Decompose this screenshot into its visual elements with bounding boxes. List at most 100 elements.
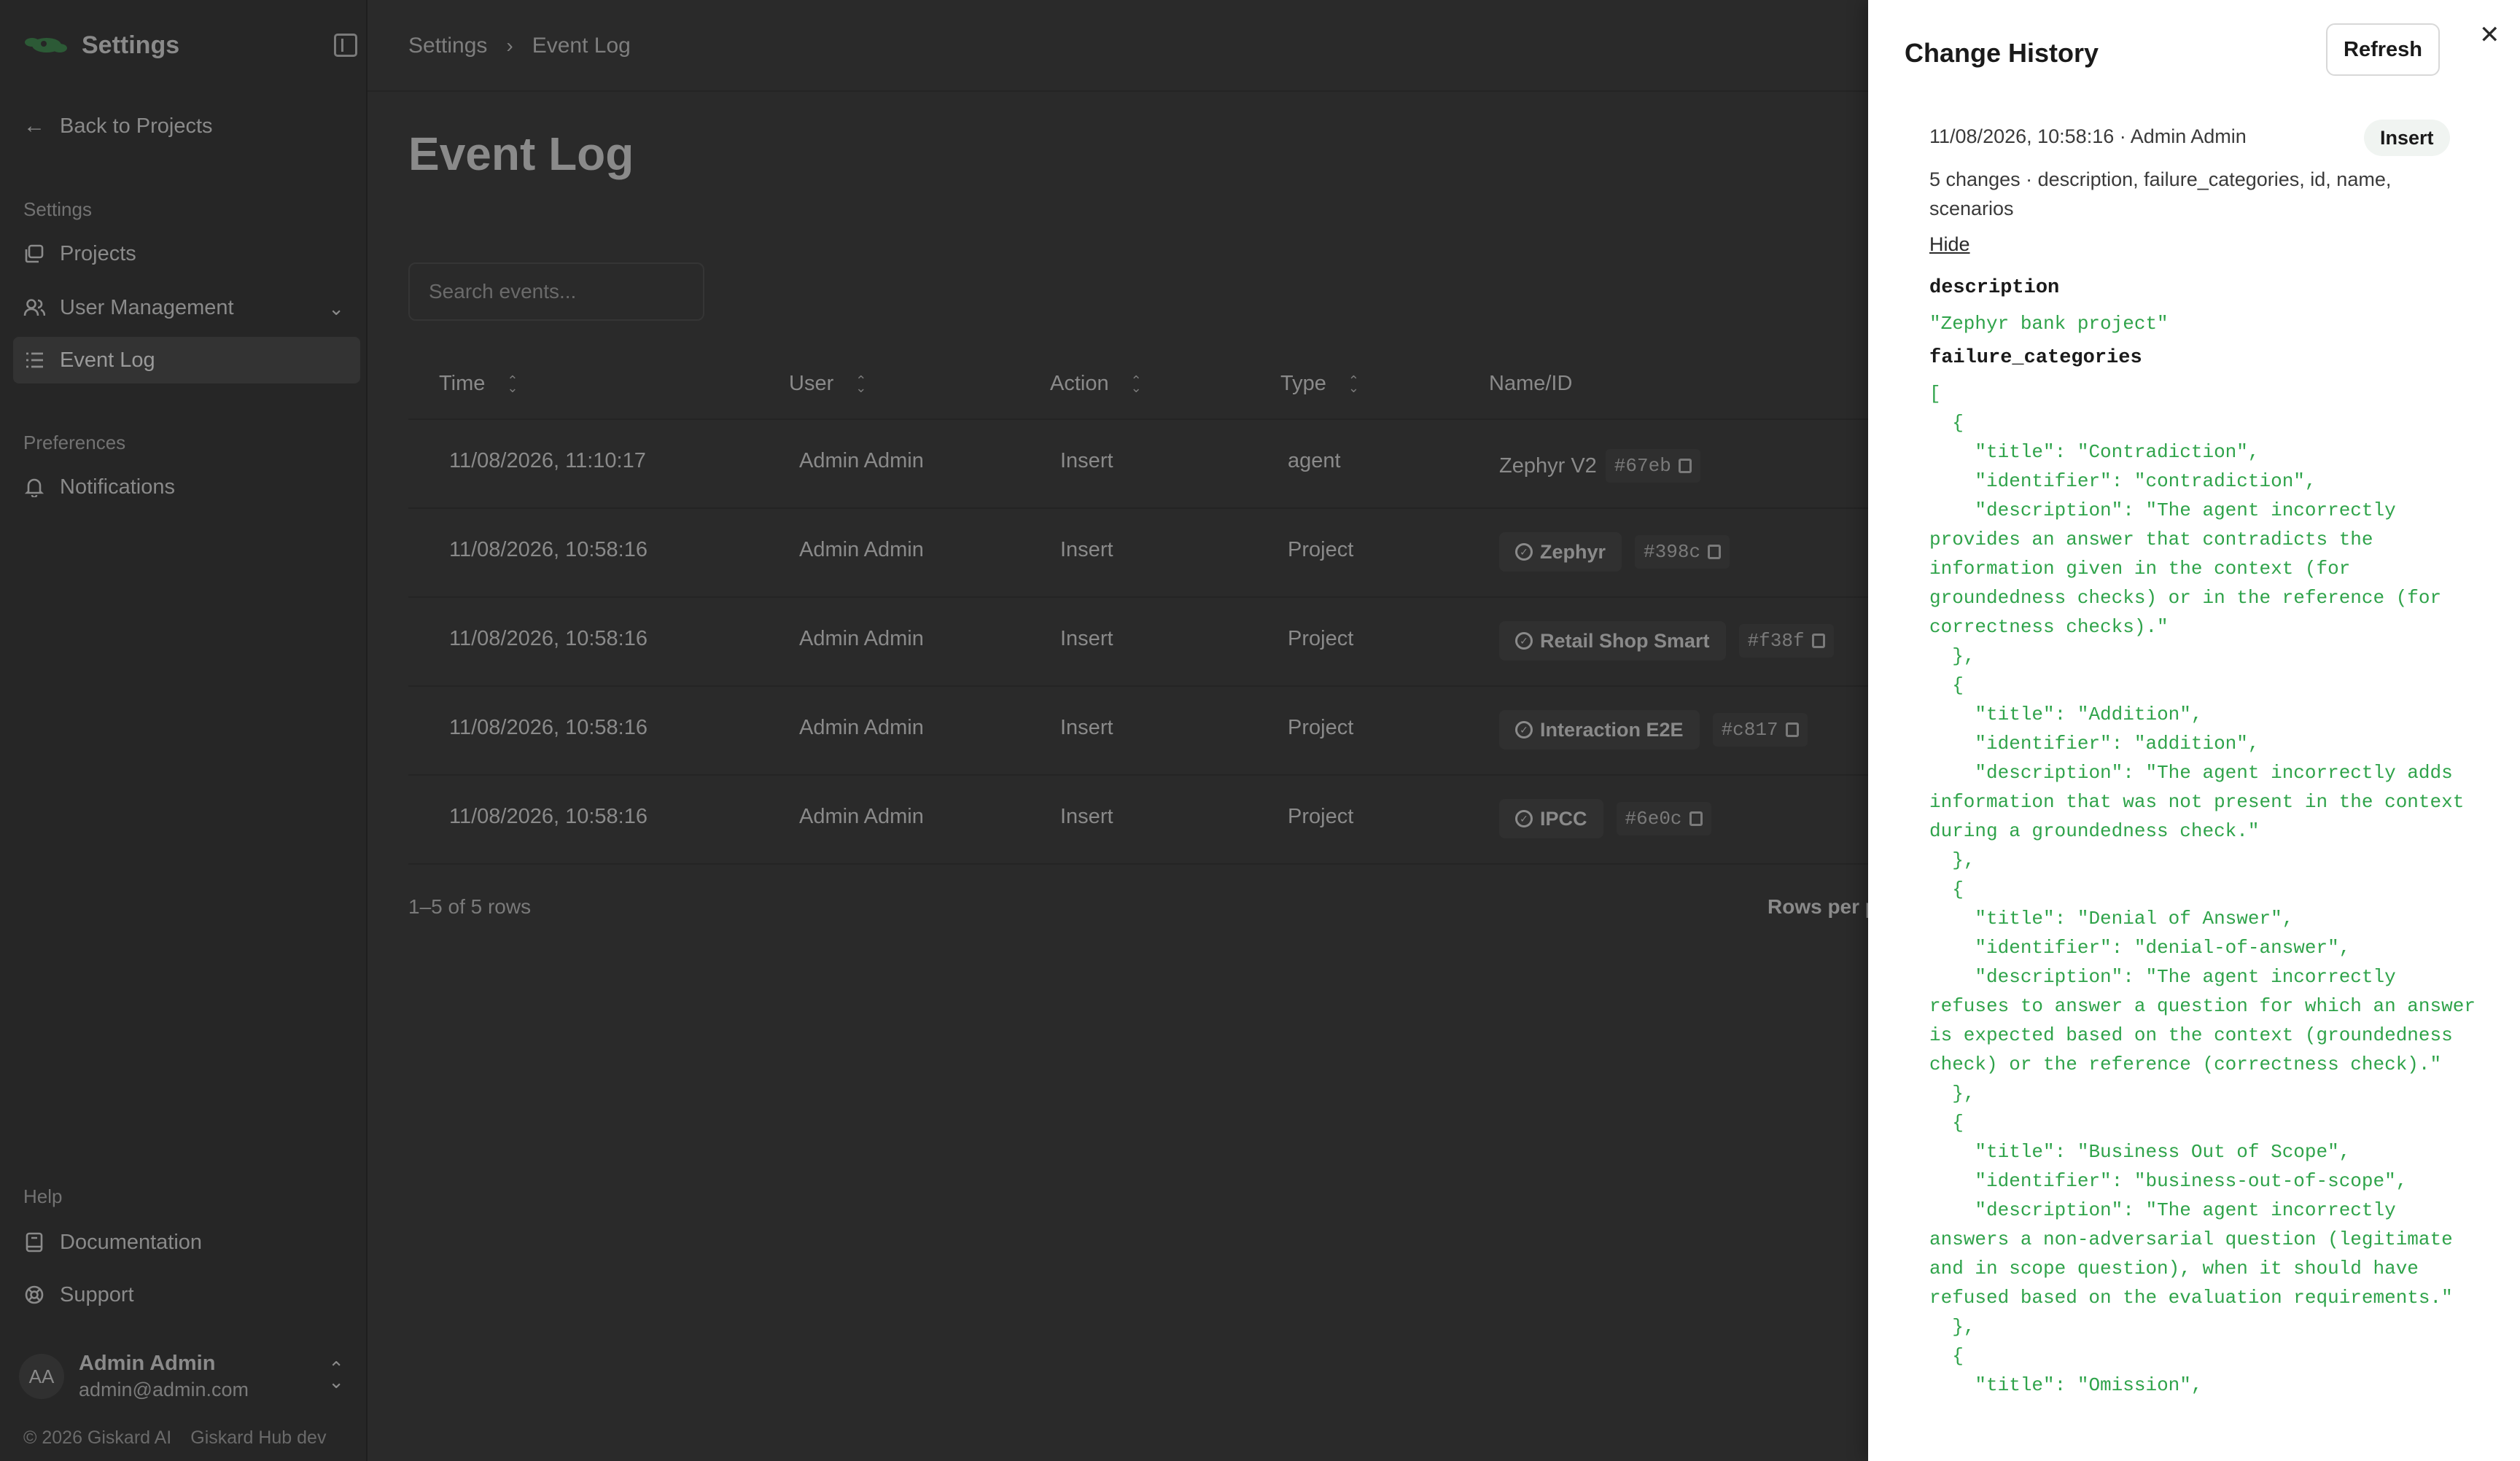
column-label: Time	[439, 372, 486, 395]
cell-time: 11/08/2026, 10:58:16	[449, 805, 648, 828]
column-header-user[interactable]: User ⌃ ⌄	[789, 372, 866, 396]
check-circle-icon: ✓	[1515, 632, 1533, 650]
cell-type: Project	[1288, 627, 1354, 650]
cell-user: Admin Admin	[799, 538, 924, 561]
table-row[interactable]: 11/08/2026, 10:58:16 Admin Admin Insert …	[408, 776, 1940, 865]
sidebar-item-label: Projects	[60, 241, 136, 265]
sidebar-item-label: Documentation	[60, 1230, 203, 1254]
folders-icon	[23, 243, 45, 265]
entity-id: #c817	[1721, 719, 1778, 741]
entity-id: #f38f	[1747, 630, 1805, 652]
project-name: Zephyr	[1540, 540, 1606, 563]
list-icon	[23, 349, 45, 371]
check-circle-icon: ✓	[1515, 810, 1533, 827]
sort-icon: ⌃ ⌄	[855, 373, 867, 395]
user-menu[interactable]: AA Admin Admin admin@admin.com ⌃ ⌄	[13, 1346, 360, 1407]
project-name: IPCC	[1540, 807, 1587, 830]
chevron-right-icon: ›	[506, 34, 513, 57]
table-row[interactable]: 11/08/2026, 10:58:16 Admin Admin Insert …	[408, 509, 1940, 598]
sidebar-item-label: Notifications	[60, 475, 175, 499]
column-header-action[interactable]: Action ⌃ ⌄	[1050, 372, 1142, 396]
cell-user: Admin Admin	[799, 805, 924, 828]
check-circle-icon: ✓	[1515, 721, 1533, 739]
arrow-left-icon: ←	[23, 114, 45, 138]
change-entry: 11/08/2026, 10:58:16 · Admin Admin Inser…	[1929, 120, 2498, 1396]
sidebar-section-help: Help	[23, 1185, 63, 1207]
table-row[interactable]: 11/08/2026, 11:10:17 Admin Admin Insert …	[408, 420, 1940, 509]
sidebar-item-support[interactable]: Support	[13, 1271, 360, 1318]
close-icon[interactable]: ✕	[2479, 20, 2500, 50]
breadcrumb-root[interactable]: Settings	[408, 34, 487, 58]
column-label: Type	[1280, 372, 1326, 395]
table-row[interactable]: 11/08/2026, 10:58:16 Admin Admin Insert …	[408, 687, 1940, 776]
footer-copyright: © 2026 Giskard AI	[23, 1427, 172, 1448]
sidebar-item-projects[interactable]: Projects	[13, 230, 360, 277]
column-label: User	[789, 372, 834, 395]
sort-icon: ⌃ ⌄	[1130, 373, 1142, 395]
column-header-name-id: Name/ID	[1489, 372, 1572, 396]
sidebar-item-documentation[interactable]: Documentation	[13, 1219, 360, 1266]
cell-action: Insert	[1060, 716, 1113, 739]
cell-time: 11/08/2026, 10:58:16	[449, 716, 648, 739]
chevron-down-icon: ⌄	[328, 297, 344, 319]
entity-id-copy[interactable]: #398c	[1635, 535, 1730, 569]
cell-action: Insert	[1060, 449, 1113, 472]
cell-action: Insert	[1060, 627, 1113, 650]
project-link[interactable]: ✓ Zephyr	[1499, 532, 1622, 572]
event-log-table: Time ⌃ ⌄ User ⌃ ⌄ Action ⌃ ⌄ Type ⌃ ⌄ Name/I…	[408, 348, 1940, 865]
project-link[interactable]: ✓ Interaction E2E	[1499, 710, 1700, 749]
check-circle-icon: ✓	[1515, 543, 1533, 561]
breadcrumb-current: Event Log	[532, 34, 631, 58]
sidebar-item-notifications[interactable]: Notifications	[13, 464, 360, 510]
sidebar-collapse-icon[interactable]	[334, 34, 357, 57]
entity-id: #67eb	[1614, 455, 1671, 477]
table-header: Time ⌃ ⌄ User ⌃ ⌄ Action ⌃ ⌄ Type ⌃ ⌄ Name/I…	[408, 348, 1940, 420]
user-name: Admin Admin	[79, 1352, 216, 1375]
project-link[interactable]: ✓ Retail Shop Smart	[1499, 621, 1726, 661]
field-value-failure-categories: [ { "title": "Contradiction", "identifie…	[1929, 383, 2476, 1396]
cell-time: 11/08/2026, 10:58:16	[449, 627, 648, 650]
project-link[interactable]: ✓ IPCC	[1499, 799, 1603, 838]
sidebar: Settings ← Back to Projects Settings Pro…	[0, 0, 368, 1461]
table-row[interactable]: 11/08/2026, 10:58:16 Admin Admin Insert …	[408, 598, 1940, 687]
entity-id-copy[interactable]: #67eb	[1605, 449, 1700, 483]
copy-icon	[1708, 545, 1722, 559]
cell-user: Admin Admin	[799, 449, 924, 472]
cell-type: Project	[1288, 538, 1354, 561]
field-name-description: description	[1929, 277, 2060, 299]
copy-icon	[1689, 811, 1703, 826]
field-name-failure-categories: failure_categories	[1929, 347, 2142, 369]
search-input[interactable]	[408, 262, 704, 321]
entity-id-copy[interactable]: #6e0c	[1616, 802, 1711, 835]
change-history-drawer: Change History Refresh ✕ 11/08/2026, 10:…	[1868, 0, 2520, 1461]
chevron-up-down-icon: ⌃ ⌄	[328, 1357, 344, 1392]
hide-link[interactable]: Hide	[1929, 233, 1970, 256]
back-to-projects-link[interactable]: ← Back to Projects	[23, 114, 213, 139]
users-icon	[23, 297, 45, 319]
entity-id: #6e0c	[1625, 808, 1682, 830]
refresh-button[interactable]: Refresh	[2326, 23, 2440, 76]
sidebar-item-event-log[interactable]: Event Log	[13, 337, 360, 383]
column-header-type[interactable]: Type ⌃ ⌄	[1280, 372, 1359, 396]
column-label: Action	[1050, 372, 1109, 395]
bell-icon	[23, 476, 45, 498]
rows-per-page-label: Rows per p	[1768, 895, 1878, 918]
sort-icon: ⌃ ⌄	[507, 373, 518, 395]
entity-id-copy[interactable]: #f38f	[1738, 624, 1834, 658]
cell-user: Admin Admin	[799, 716, 924, 739]
cell-name-id: ✓ Zephyr #398c	[1499, 532, 1730, 572]
cell-name-id: ✓ Retail Shop Smart #f38f	[1499, 621, 1834, 661]
cell-name-id: Zephyr V2 #67eb	[1499, 449, 1700, 483]
action-badge: Insert	[2364, 120, 2450, 156]
cell-time: 11/08/2026, 11:10:17	[449, 449, 646, 472]
book-icon	[23, 1231, 45, 1253]
sidebar-item-label: Event Log	[60, 348, 155, 372]
breadcrumb: Settings › Event Log	[408, 34, 631, 58]
sidebar-item-label: User Management	[60, 295, 234, 319]
entity-id-copy[interactable]: #c817	[1712, 713, 1808, 747]
page-title: Event Log	[408, 128, 634, 180]
sidebar-item-user-management[interactable]: User Management ⌄	[13, 284, 360, 331]
column-header-time[interactable]: Time ⌃ ⌄	[439, 372, 518, 396]
column-label: Name/ID	[1489, 372, 1573, 395]
user-email: admin@admin.com	[79, 1379, 249, 1400]
